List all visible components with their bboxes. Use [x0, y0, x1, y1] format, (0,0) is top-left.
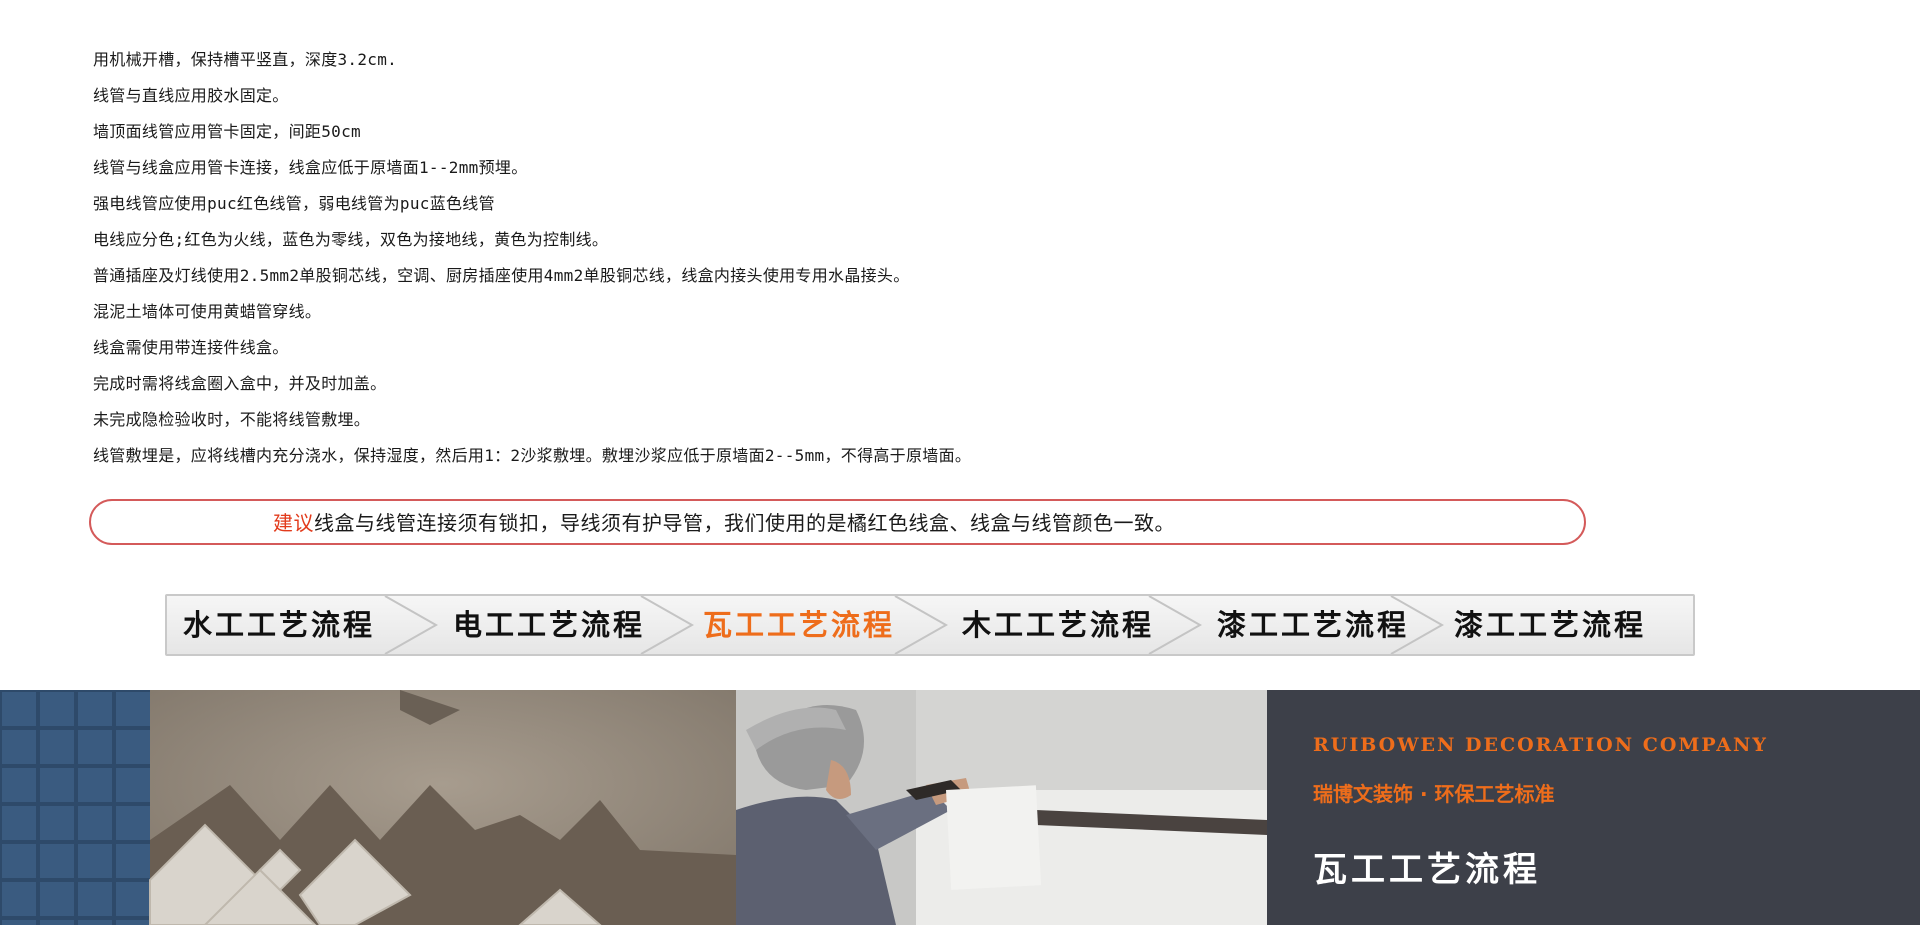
- section-title: 瓦工工艺流程: [1313, 850, 1541, 890]
- rule-line: 线管敷埋是，应将线槽内充分浇水，保持湿度，然后用1：2沙浆敷埋。敷埋沙浆应低于原…: [93, 446, 972, 465]
- tile-wall-illustration: [0, 690, 736, 925]
- advice-callout: 建议线盒与线管连接须有锁扣，导线须有护导管，我们使用的是橘红色线盒、线盒与线管颜…: [89, 499, 1586, 545]
- rule-line: 电线应分色;红色为火线，蓝色为零线，双色为接地线，黄色为控制线。: [93, 230, 609, 249]
- tile-wall-photo: [0, 690, 736, 925]
- rule-line: 未完成隐检验收时，不能将线管敷埋。: [93, 410, 371, 429]
- chevron-separator-icon: [384, 596, 439, 654]
- rules-list: 用机械开槽，保持槽平竖直，深度3.2cm. 线管与直线应用胶水固定。 墙顶面线管…: [93, 42, 971, 474]
- rule-line: 用机械开槽，保持槽平竖直，深度3.2cm.: [93, 50, 398, 69]
- tab-painting-process-2[interactable]: 漆工工艺流程: [1454, 596, 1646, 654]
- tab-tiling-process[interactable]: 瓦工工艺流程: [703, 596, 895, 654]
- rule-line: 完成时需将线盒圈入盒中，并及时加盖。: [93, 374, 387, 393]
- rule-line: 混泥土墙体可使用黄蜡管穿线。: [93, 302, 322, 321]
- chevron-separator-icon: [640, 596, 695, 654]
- rule-line: 墙顶面线管应用管卡固定，间距50cm: [93, 122, 361, 141]
- tab-electrical-process[interactable]: 电工工艺流程: [453, 596, 645, 654]
- advice-label: 建议: [273, 511, 314, 535]
- rule-line: 强电线管应使用puc红色线管，弱电线管为puc蓝色线管: [93, 194, 495, 213]
- tab-carpentry-process[interactable]: 木工工艺流程: [962, 596, 1154, 654]
- process-tab-bar: 水工工艺流程 电工工艺流程 瓦工工艺流程 木工工艺流程 漆工工艺流程 漆工工艺流…: [165, 594, 1695, 656]
- rule-line: 线管与直线应用胶水固定。: [93, 86, 289, 105]
- tab-painting-process[interactable]: 漆工工艺流程: [1217, 596, 1409, 654]
- company-name-en: RUIBOWEN DECORATION COMPANY: [1313, 734, 1768, 756]
- rule-line: 普通插座及灯线使用2.5mm2单股铜芯线，空调、厨房插座使用4mm2单股铜芯线，…: [93, 266, 910, 285]
- chevron-separator-icon: [894, 596, 949, 654]
- tab-plumbing-process[interactable]: 水工工艺流程: [183, 596, 375, 654]
- worker-illustration: [736, 690, 1267, 925]
- rule-line: 线管与线盒应用管卡连接，线盒应低于原墙面1--2mm预埋。: [93, 158, 528, 177]
- rule-line: 线盒需使用带连接件线盒。: [93, 338, 289, 357]
- advice-text-row: 建议线盒与线管连接须有锁扣，导线须有护导管，我们使用的是橘红色线盒、线盒与线管颜…: [273, 501, 1175, 545]
- banner-info-panel: RUIBOWEN DECORATION COMPANY 瑞博文装饰 · 环保工艺…: [1267, 690, 1920, 925]
- chevron-separator-icon: [1148, 596, 1203, 654]
- worker-photo: [736, 690, 1267, 925]
- advice-text: 线盒与线管连接须有锁扣，导线须有护导管，我们使用的是橘红色线盒、线盒与线管颜色一…: [314, 511, 1175, 535]
- company-name-cn: 瑞博文装饰 · 环保工艺标准: [1313, 782, 1555, 806]
- section-banner: RUIBOWEN DECORATION COMPANY 瑞博文装饰 · 环保工艺…: [0, 690, 1920, 925]
